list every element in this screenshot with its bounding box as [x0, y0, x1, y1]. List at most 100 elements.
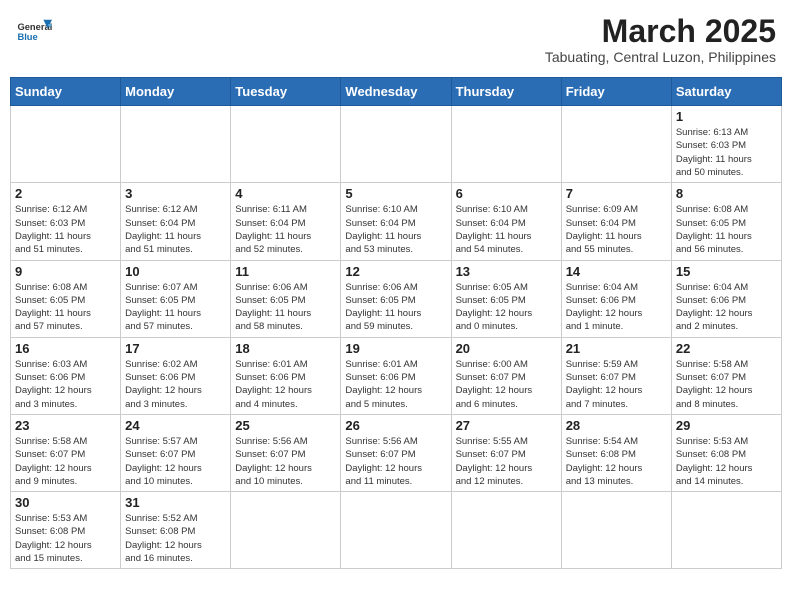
day-cell [561, 106, 671, 183]
day-info: Sunrise: 6:12 AM Sunset: 6:03 PM Dayligh… [15, 203, 116, 256]
day-cell: 24Sunrise: 5:57 AM Sunset: 6:07 PM Dayli… [121, 414, 231, 491]
day-cell: 16Sunrise: 6:03 AM Sunset: 6:06 PM Dayli… [11, 337, 121, 414]
day-cell: 23 Sunrise: 5:58 AM Sunset: 6:07 PM Dayli… [11, 414, 121, 491]
day-number: 18 [235, 341, 336, 356]
day-number: 4 [235, 186, 336, 201]
day-info: Sunrise: 6:00 AM Sunset: 6:07 PM Dayligh… [456, 358, 557, 411]
day-cell: 6 Sunrise: 6:10 AM Sunset: 6:04 PM Daylig… [451, 183, 561, 260]
day-cell [121, 106, 231, 183]
day-info: Sunrise: 6:08 AM Sunset: 6:05 PM Dayligh… [15, 281, 116, 334]
day-cell: 27Sunrise: 5:55 AM Sunset: 6:07 PM Dayli… [451, 414, 561, 491]
day-cell [11, 106, 121, 183]
day-info: Sunrise: 6:05 AM Sunset: 6:05 PM Dayligh… [456, 281, 557, 334]
day-cell: 17 Sunrise: 6:02 AM Sunset: 6:06 PM Dayli… [121, 337, 231, 414]
day-number: 27 [456, 418, 557, 433]
day-number: 21 [566, 341, 667, 356]
day-info: Sunrise: 5:56 AM Sunset: 6:07 PM Dayligh… [235, 435, 336, 488]
weekday-saturday: Saturday [671, 78, 781, 106]
day-number: 7 [566, 186, 667, 201]
day-number: 30 [15, 495, 116, 510]
day-cell [231, 106, 341, 183]
day-info: Sunrise: 6:01 AM Sunset: 6:06 PM Dayligh… [345, 358, 446, 411]
day-info: Sunrise: 6:04 AM Sunset: 6:06 PM Dayligh… [566, 281, 667, 334]
day-info: Sunrise: 5:56 AM Sunset: 6:07 PM Dayligh… [345, 435, 446, 488]
day-info: Sunrise: 5:57 AM Sunset: 6:07 PM Dayligh… [125, 435, 226, 488]
day-cell [451, 106, 561, 183]
day-cell [451, 492, 561, 569]
day-number: 25 [235, 418, 336, 433]
title-area: March 2025 Tabuating, Central Luzon, Phi… [545, 14, 776, 65]
day-number: 29 [676, 418, 777, 433]
day-cell: 1 Sunrise: 6:13 AM Sunset: 6:03 PM Daylig… [671, 106, 781, 183]
header: General Blue March 2025 Tabuating, Centr… [10, 10, 782, 69]
day-number: 9 [15, 264, 116, 279]
logo-icon: General Blue [16, 14, 52, 50]
weekday-monday: Monday [121, 78, 231, 106]
day-cell: 25 Sunrise: 5:56 AM Sunset: 6:07 PM Dayli… [231, 414, 341, 491]
subtitle: Tabuating, Central Luzon, Philippines [545, 49, 776, 65]
day-number: 13 [456, 264, 557, 279]
day-cell: 19 Sunrise: 6:01 AM Sunset: 6:06 PM Dayli… [341, 337, 451, 414]
day-cell: 31 Sunrise: 5:52 AM Sunset: 6:08 PM Dayli… [121, 492, 231, 569]
day-info: Sunrise: 6:10 AM Sunset: 6:04 PM Dayligh… [345, 203, 446, 256]
day-number: 10 [125, 264, 226, 279]
day-cell: 26Sunrise: 5:56 AM Sunset: 6:07 PM Dayli… [341, 414, 451, 491]
day-number: 11 [235, 264, 336, 279]
day-cell: 28 Sunrise: 5:54 AM Sunset: 6:08 PM Dayli… [561, 414, 671, 491]
day-number: 19 [345, 341, 446, 356]
day-cell [341, 492, 451, 569]
day-info: Sunrise: 6:09 AM Sunset: 6:04 PM Dayligh… [566, 203, 667, 256]
week-row-1: 1 Sunrise: 6:13 AM Sunset: 6:03 PM Daylig… [11, 106, 782, 183]
day-info: Sunrise: 6:11 AM Sunset: 6:04 PM Dayligh… [235, 203, 336, 256]
day-number: 5 [345, 186, 446, 201]
day-cell: 10 Sunrise: 6:07 AM Sunset: 6:05 PM Dayli… [121, 260, 231, 337]
day-cell: 21 Sunrise: 5:59 AM Sunset: 6:07 PM Dayli… [561, 337, 671, 414]
day-cell: 11Sunrise: 6:06 AM Sunset: 6:05 PM Dayli… [231, 260, 341, 337]
day-info: Sunrise: 5:58 AM Sunset: 6:07 PM Dayligh… [15, 435, 116, 488]
week-row-5: 23 Sunrise: 5:58 AM Sunset: 6:07 PM Dayli… [11, 414, 782, 491]
weekday-tuesday: Tuesday [231, 78, 341, 106]
day-info: Sunrise: 5:53 AM Sunset: 6:08 PM Dayligh… [676, 435, 777, 488]
day-info: Sunrise: 6:07 AM Sunset: 6:05 PM Dayligh… [125, 281, 226, 334]
day-cell [231, 492, 341, 569]
day-info: Sunrise: 5:54 AM Sunset: 6:08 PM Dayligh… [566, 435, 667, 488]
day-number: 1 [676, 109, 777, 124]
month-title: March 2025 [545, 14, 776, 49]
day-number: 6 [456, 186, 557, 201]
day-cell: 13 Sunrise: 6:05 AM Sunset: 6:05 PM Dayli… [451, 260, 561, 337]
day-number: 23 [15, 418, 116, 433]
logo: General Blue [16, 14, 52, 50]
day-cell: 12Sunrise: 6:06 AM Sunset: 6:05 PM Dayli… [341, 260, 451, 337]
weekday-wednesday: Wednesday [341, 78, 451, 106]
day-info: Sunrise: 6:08 AM Sunset: 6:05 PM Dayligh… [676, 203, 777, 256]
day-info: Sunrise: 5:53 AM Sunset: 6:08 PM Dayligh… [15, 512, 116, 565]
day-number: 14 [566, 264, 667, 279]
day-cell [341, 106, 451, 183]
day-number: 28 [566, 418, 667, 433]
day-info: Sunrise: 5:52 AM Sunset: 6:08 PM Dayligh… [125, 512, 226, 565]
day-cell [561, 492, 671, 569]
day-info: Sunrise: 6:12 AM Sunset: 6:04 PM Dayligh… [125, 203, 226, 256]
day-info: Sunrise: 6:03 AM Sunset: 6:06 PM Dayligh… [15, 358, 116, 411]
day-cell: 30 Sunrise: 5:53 AM Sunset: 6:08 PM Dayli… [11, 492, 121, 569]
weekday-header-row: SundayMondayTuesdayWednesdayThursdayFrid… [11, 78, 782, 106]
week-row-2: 2Sunrise: 6:12 AM Sunset: 6:03 PM Daylig… [11, 183, 782, 260]
day-info: Sunrise: 6:13 AM Sunset: 6:03 PM Dayligh… [676, 126, 777, 179]
day-info: Sunrise: 6:04 AM Sunset: 6:06 PM Dayligh… [676, 281, 777, 334]
week-row-3: 9 Sunrise: 6:08 AM Sunset: 6:05 PM Daylig… [11, 260, 782, 337]
day-info: Sunrise: 5:59 AM Sunset: 6:07 PM Dayligh… [566, 358, 667, 411]
day-info: Sunrise: 6:02 AM Sunset: 6:06 PM Dayligh… [125, 358, 226, 411]
weekday-thursday: Thursday [451, 78, 561, 106]
day-cell: 5 Sunrise: 6:10 AM Sunset: 6:04 PM Daylig… [341, 183, 451, 260]
day-cell: 2Sunrise: 6:12 AM Sunset: 6:03 PM Daylig… [11, 183, 121, 260]
day-cell: 22Sunrise: 5:58 AM Sunset: 6:07 PM Dayli… [671, 337, 781, 414]
day-number: 3 [125, 186, 226, 201]
week-row-4: 16Sunrise: 6:03 AM Sunset: 6:06 PM Dayli… [11, 337, 782, 414]
day-cell: 15Sunrise: 6:04 AM Sunset: 6:06 PM Dayli… [671, 260, 781, 337]
day-cell [671, 492, 781, 569]
day-cell: 3 Sunrise: 6:12 AM Sunset: 6:04 PM Daylig… [121, 183, 231, 260]
day-number: 17 [125, 341, 226, 356]
day-info: Sunrise: 6:10 AM Sunset: 6:04 PM Dayligh… [456, 203, 557, 256]
day-number: 31 [125, 495, 226, 510]
day-info: Sunrise: 5:58 AM Sunset: 6:07 PM Dayligh… [676, 358, 777, 411]
